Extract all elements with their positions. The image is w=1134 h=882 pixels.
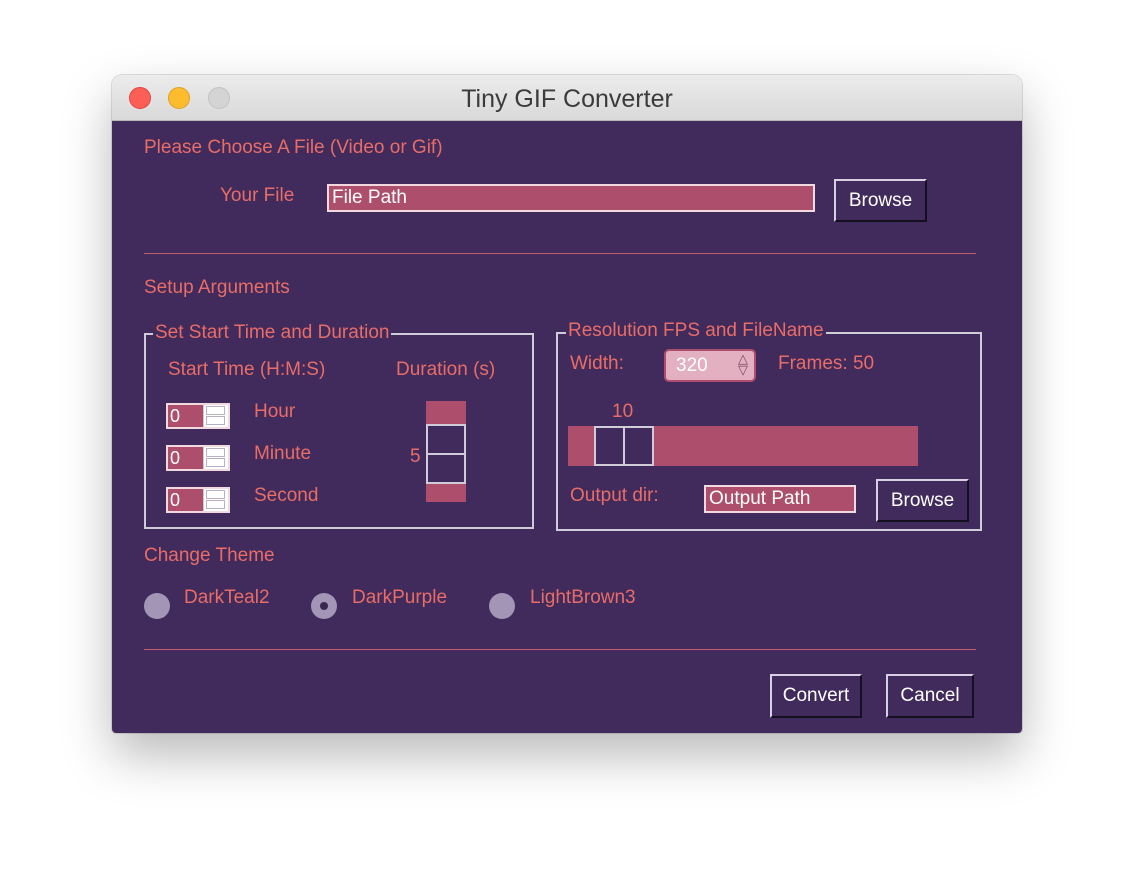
frames-label: Frames: 50	[778, 353, 875, 374]
minute-value: 0	[170, 448, 181, 468]
time-frame-legend: Set Start Time and Duration	[153, 322, 392, 344]
second-spinbox[interactable]: 0	[166, 487, 230, 513]
separator-bottom	[144, 649, 976, 650]
duration-value: 5	[410, 446, 421, 467]
width-select[interactable]: 320 △ ▽	[664, 349, 756, 382]
duration-slider[interactable]	[426, 401, 466, 502]
browse-output-button[interactable]: Browse	[876, 479, 969, 522]
browse-file-button[interactable]: Browse	[834, 179, 927, 222]
second-label: Second	[254, 485, 319, 506]
setup-heading: Setup Arguments	[144, 277, 290, 298]
theme-label-darkteal2[interactable]: DarkTeal2	[184, 587, 270, 609]
width-value: 320	[676, 355, 708, 376]
fps-slider[interactable]	[568, 426, 918, 466]
duration-slider-handle-top[interactable]	[426, 424, 466, 455]
start-time-label: Start Time (H:M:S)	[168, 359, 326, 380]
fps-slider-handle-right[interactable]	[623, 426, 654, 466]
hour-spinbox[interactable]: 0	[166, 403, 230, 429]
hour-spin-arrows[interactable]	[203, 405, 228, 427]
minute-spinbox[interactable]: 0	[166, 445, 230, 471]
minute-label: Minute	[254, 443, 312, 464]
window-title: Tiny GIF Converter	[461, 85, 673, 113]
theme-heading: Change Theme	[144, 545, 275, 566]
hour-label: Hour	[254, 401, 296, 422]
your-file-label: Your File	[220, 185, 295, 206]
updown-chevron-icon: △ ▽	[738, 351, 748, 377]
app-window: Tiny GIF Converter Please Choose A File …	[112, 75, 1022, 733]
resolution-frame-legend: Resolution FPS and FileName	[566, 320, 826, 342]
main-content: Please Choose A File (Video or Gif) Your…	[112, 121, 1022, 733]
file-path-input[interactable]: File Path	[327, 184, 815, 212]
theme-radio-darkteal2[interactable]	[144, 593, 170, 619]
duration-slider-handle-bottom[interactable]	[426, 453, 466, 484]
separator-top	[144, 253, 976, 254]
theme-label-lightbrown3[interactable]: LightBrown3	[530, 587, 636, 609]
theme-radio-darkpurple[interactable]	[311, 593, 337, 619]
file-heading: Please Choose A File (Video or Gif)	[144, 137, 443, 158]
width-label: Width:	[570, 353, 624, 374]
fps-value: 10	[612, 401, 634, 422]
convert-button[interactable]: Convert	[770, 674, 862, 718]
duration-label: Duration (s)	[396, 359, 496, 380]
theme-radio-lightbrown3[interactable]	[489, 593, 515, 619]
title-bar: Tiny GIF Converter	[112, 75, 1022, 121]
output-path-input[interactable]: Output Path	[704, 485, 856, 513]
minute-spin-arrows[interactable]	[203, 447, 228, 469]
theme-label-darkpurple[interactable]: DarkPurple	[352, 587, 447, 609]
hour-value: 0	[170, 406, 181, 426]
second-spin-arrows[interactable]	[203, 489, 228, 511]
second-value: 0	[170, 490, 181, 510]
output-dir-label: Output dir:	[570, 485, 659, 506]
cancel-button[interactable]: Cancel	[886, 674, 974, 718]
fps-slider-handle-left[interactable]	[594, 426, 625, 466]
